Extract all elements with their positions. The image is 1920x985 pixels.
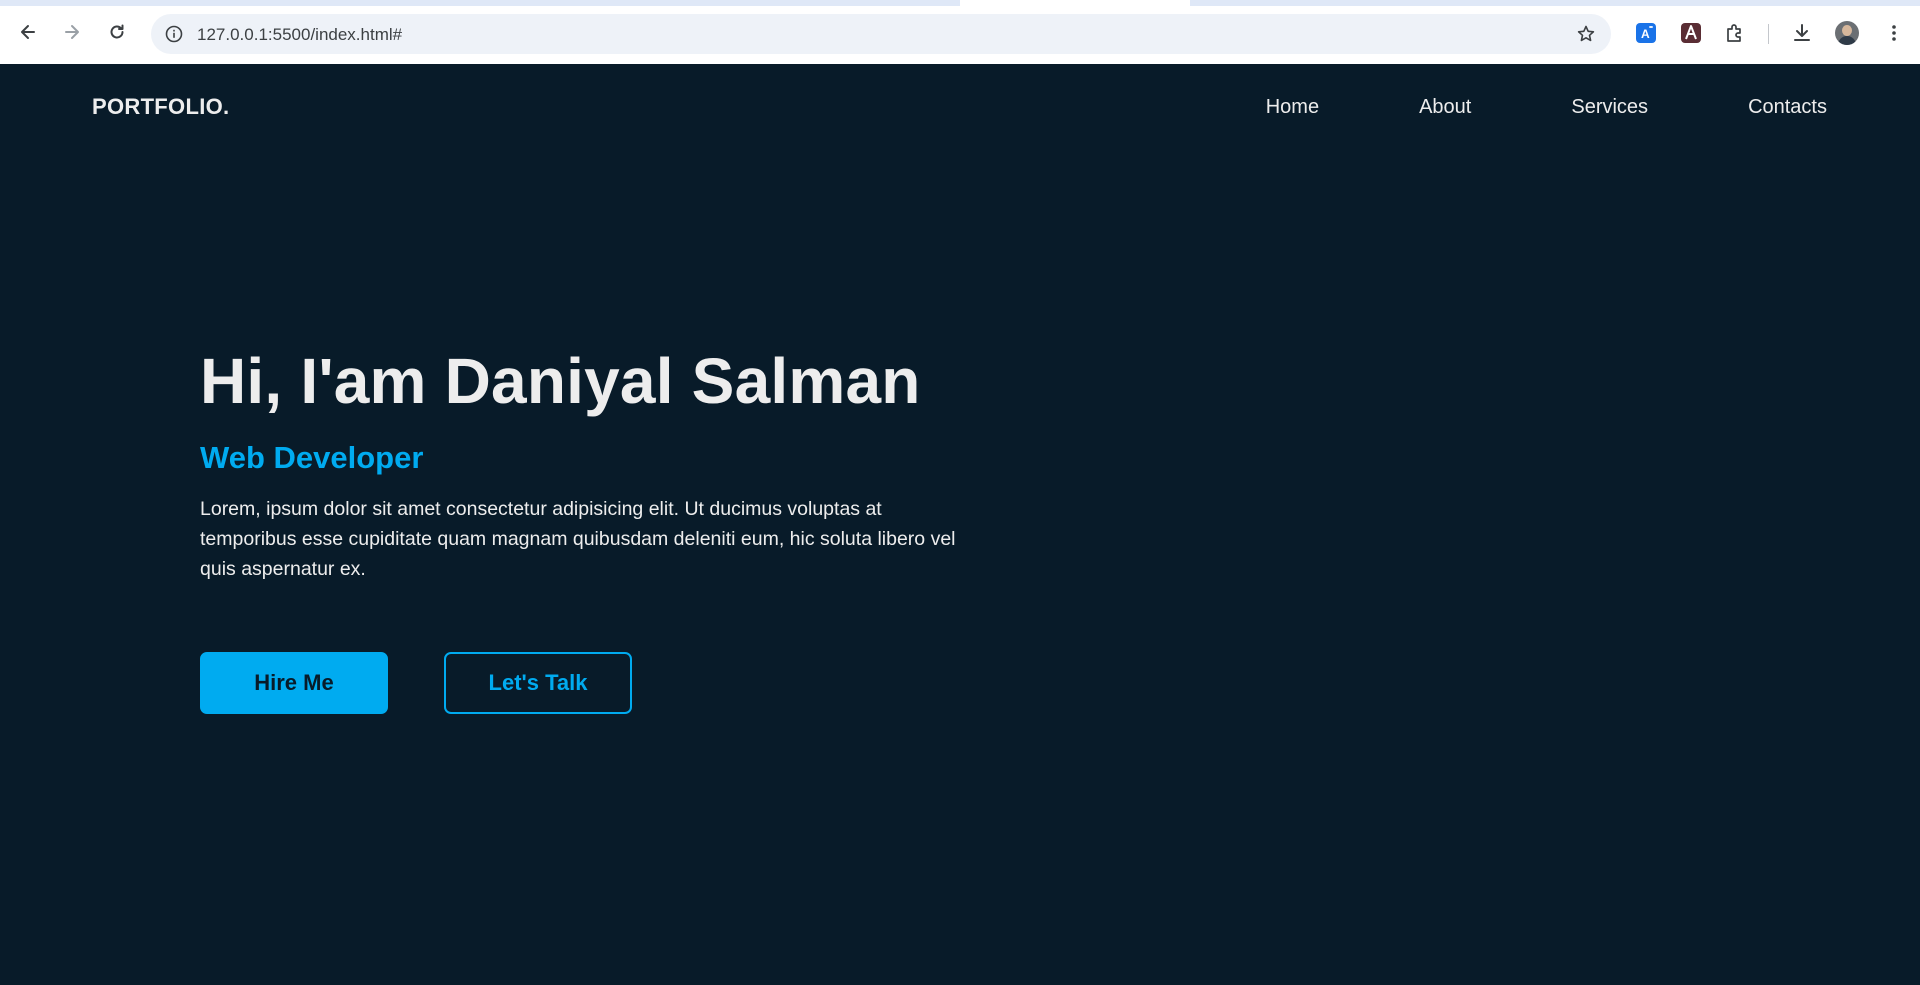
hero-subtitle: Web Developer (200, 440, 424, 475)
pdf-extension-icon[interactable] (1680, 22, 1702, 44)
svg-text:A: A (1641, 27, 1650, 41)
hire-me-button[interactable]: Hire Me (200, 652, 388, 714)
nav-link-home[interactable]: Home (1266, 96, 1319, 119)
info-icon[interactable] (163, 23, 185, 45)
hero-title: Hi, I'am Daniyal Salman (200, 345, 921, 417)
star-icon[interactable] (1575, 23, 1597, 45)
address-bar[interactable]: 127.0.0.1:5500/index.html# (151, 14, 1611, 54)
reload-button[interactable] (101, 18, 133, 50)
back-arrow-icon (18, 22, 38, 47)
toolbar-divider (1768, 24, 1769, 44)
active-tab-edge (960, 0, 1190, 6)
forward-button[interactable] (56, 18, 88, 50)
portfolio-page: PORTFOLIO. Home About Services Contacts … (0, 64, 1920, 985)
nav-link-about[interactable]: About (1419, 96, 1471, 119)
translate-extension-icon[interactable]: A (1635, 22, 1657, 44)
nav-link-contacts[interactable]: Contacts (1748, 96, 1827, 119)
browser-chrome: 127.0.0.1:5500/index.html# A (0, 0, 1920, 64)
forward-arrow-icon (62, 22, 82, 47)
site-logo[interactable]: PORTFOLIO. (92, 94, 229, 120)
download-icon[interactable] (1791, 22, 1813, 44)
hero-description: Lorem, ipsum dolor sit amet consectetur … (200, 498, 956, 580)
puzzle-icon[interactable] (1724, 22, 1746, 44)
lets-talk-button[interactable]: Let's Talk (444, 652, 632, 714)
hero-section: Hi, I'am Daniyal Salman Web Developer Lo… (200, 344, 960, 584)
kebab-menu-icon[interactable] (1883, 22, 1905, 44)
back-button[interactable] (12, 18, 44, 50)
avatar[interactable] (1835, 21, 1859, 45)
nav-link-services[interactable]: Services (1571, 96, 1648, 119)
reload-icon (107, 22, 127, 47)
url-text[interactable]: 127.0.0.1:5500/index.html# (197, 25, 402, 45)
main-nav: Home About Services Contacts (1266, 96, 1827, 119)
